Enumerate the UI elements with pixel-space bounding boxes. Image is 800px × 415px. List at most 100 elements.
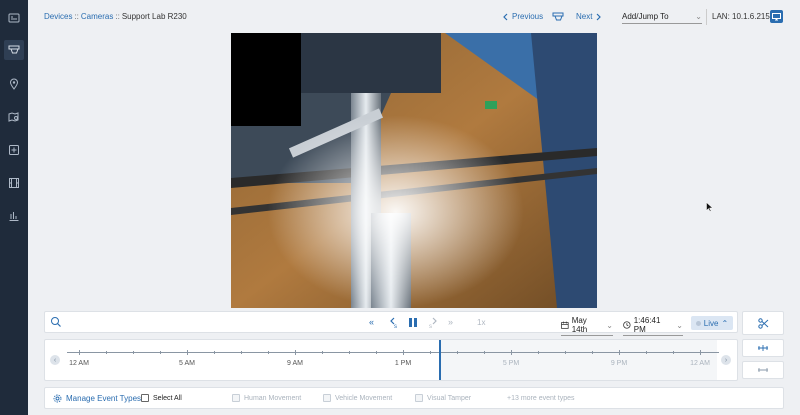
timeline-tick — [241, 351, 242, 354]
timeline-zoom-in-button[interactable] — [742, 339, 784, 357]
timeline-label: 5 PM — [502, 360, 520, 367]
chevron-up-icon: ⌃ — [721, 318, 729, 328]
sidebar-item-video[interactable] — [4, 173, 24, 193]
timeline-tick — [457, 351, 458, 354]
jump-to-label: Add/Jump To — [622, 12, 669, 21]
timeline-tick — [376, 351, 377, 354]
previous-label: Previous — [512, 12, 544, 21]
pause-icon[interactable] — [408, 317, 418, 328]
timeline-tick — [214, 351, 215, 354]
next-label: Next — [576, 12, 593, 21]
timeline-tick — [484, 351, 485, 354]
checkbox-box — [232, 394, 240, 402]
chevron-down-icon: ⌄ — [606, 320, 613, 330]
camera-video-feed[interactable] — [231, 33, 597, 308]
dashboard-icon — [8, 13, 20, 23]
timeline-tick — [565, 351, 566, 354]
sidebar-item-cameras[interactable] — [4, 40, 24, 60]
timeline-label: 9 AM — [287, 360, 303, 367]
live-label: Live — [703, 318, 719, 328]
scissors-icon — [757, 317, 768, 329]
breadcrumb-separator: :: — [74, 12, 79, 21]
timeline-tick — [349, 351, 350, 354]
select-all-checkbox[interactable]: Select All — [141, 394, 182, 402]
human-movement-checkbox[interactable]: Human Movement — [232, 394, 301, 402]
step-forward-icon[interactable]: s — [428, 317, 438, 329]
sidebar-item-reports[interactable] — [4, 206, 24, 226]
jump-to-select[interactable]: Add/Jump To ⌄ — [622, 12, 702, 24]
chevron-down-icon: ⌄ — [695, 12, 702, 21]
select-all-label: Select All — [153, 394, 182, 402]
date-value: May 14th — [571, 316, 588, 334]
visual-tamper-checkbox[interactable]: Visual Tamper — [415, 394, 471, 402]
timeline-tick — [322, 351, 323, 354]
live-button[interactable]: Live ⌃ — [691, 316, 733, 330]
timeline-tick — [592, 351, 593, 354]
live-status-dot — [695, 320, 701, 326]
timeline-future-range — [439, 340, 717, 380]
checkbox-box — [323, 394, 331, 402]
timeline-tick — [619, 350, 620, 355]
timeline-label: 12 AM — [690, 360, 710, 367]
zoom-out-icon — [758, 368, 768, 372]
breadcrumb-devices[interactable]: Devices — [44, 12, 72, 21]
sidebar-item-maps[interactable] — [4, 107, 24, 127]
next-button[interactable]: Next — [576, 12, 602, 21]
timeline-tick — [187, 350, 188, 355]
bar-chart-icon — [9, 212, 19, 221]
timeline-tick — [430, 351, 431, 354]
timeline-tick — [700, 350, 701, 355]
event-type-label: Vehicle Movement — [335, 394, 393, 402]
main-area: Devices:: Cameras:: Support Lab R230 Previ… — [28, 0, 800, 415]
timeline-tick — [133, 351, 134, 354]
zoom-search-icon[interactable] — [50, 316, 62, 328]
sidebar-item-locations[interactable] — [4, 74, 24, 94]
fast-forward-button[interactable]: » — [448, 317, 453, 327]
clock-icon — [623, 321, 631, 329]
camera-icon[interactable] — [552, 11, 564, 23]
zoom-in-icon — [758, 345, 768, 351]
timeline-label: 12 AM — [69, 360, 89, 367]
time-picker[interactable]: 1:46:41 PM ⌄ — [623, 316, 683, 336]
map-search-icon — [8, 112, 19, 122]
more-event-types-link[interactable]: +13 more event types — [507, 395, 575, 402]
svg-text:s: s — [429, 324, 432, 329]
timeline-label: 9 PM — [610, 360, 628, 367]
manage-event-types-button[interactable]: Manage Event Types — [53, 394, 141, 403]
timeline-tick — [511, 350, 512, 355]
chevron-left-icon — [503, 13, 508, 20]
timeline-tick — [646, 351, 647, 354]
timeline-scroll-right-button[interactable]: › — [721, 355, 731, 365]
sidebar-item-dashboard[interactable] — [4, 8, 24, 28]
date-picker[interactable]: May 14th ⌄ — [561, 316, 613, 336]
gear-icon — [53, 394, 62, 403]
breadcrumb-cameras[interactable]: Cameras — [81, 12, 113, 21]
timeline-tick — [403, 350, 404, 355]
clip-button[interactable] — [742, 311, 784, 335]
breadcrumb-separator: :: — [115, 12, 120, 21]
timeline-playhead[interactable] — [439, 340, 441, 380]
timeline-label: 1 PM — [394, 360, 412, 367]
chevron-down-icon: ⌄ — [676, 320, 683, 330]
breadcrumb-current: Support Lab R230 — [121, 12, 187, 21]
sidebar-item-add[interactable] — [4, 140, 24, 160]
timeline-tick — [673, 351, 674, 354]
timeline[interactable]: ‹ › 12 AM 5 AM 9 AM 1 PM 5 PM 9 PM 12 AM — [44, 339, 738, 381]
sidebar — [0, 0, 28, 415]
checkbox-box — [415, 394, 423, 402]
rewind-button[interactable]: « — [369, 317, 374, 327]
map-pin-icon — [9, 78, 19, 90]
film-icon — [9, 178, 19, 188]
step-back-icon[interactable]: s — [389, 317, 399, 329]
vehicle-movement-checkbox[interactable]: Vehicle Movement — [323, 394, 392, 402]
svg-text:s: s — [394, 324, 397, 329]
previous-button[interactable]: Previous — [502, 12, 543, 21]
timeline-scroll-left-button[interactable]: ‹ — [50, 355, 60, 365]
chevron-right-icon — [597, 13, 602, 20]
playback-speed[interactable]: 1x — [477, 318, 485, 327]
network-icon[interactable] — [770, 10, 783, 23]
breadcrumb: Devices:: Cameras:: Support Lab R230 — [44, 12, 187, 21]
calendar-icon — [561, 321, 569, 329]
top-bar: Devices:: Cameras:: Support Lab R230 Previ… — [28, 0, 800, 34]
timeline-zoom-out-button[interactable] — [742, 361, 784, 379]
